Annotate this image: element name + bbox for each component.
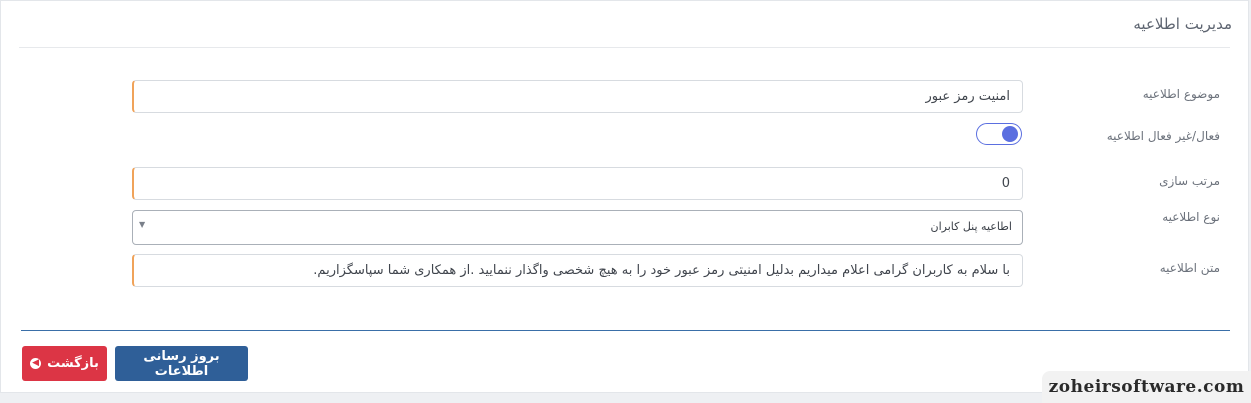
watermark: zoheirsoftware.com xyxy=(1042,371,1251,403)
notice-management-card: مدیریت اطلاعیه موضوع اطلاعیه امنیت رمز ع… xyxy=(0,0,1249,393)
body-label: متن اطلاعیه xyxy=(1159,261,1220,275)
back-button[interactable]: بازگشت ◀ xyxy=(22,346,107,381)
sort-label: مرتب سازی xyxy=(1159,174,1220,188)
title-divider xyxy=(19,47,1230,48)
footer-divider xyxy=(21,330,1230,331)
sort-input[interactable]: 0 xyxy=(132,167,1023,200)
body-input[interactable]: با سلام به کاربران گرامی اعلام میداریم ب… xyxy=(132,254,1023,287)
back-button-label: بازگشت xyxy=(47,356,99,371)
subject-label: موضوع اطلاعیه xyxy=(1142,87,1220,101)
caret-down-icon: ▼ xyxy=(139,220,146,229)
type-label: نوع اطلاعیه xyxy=(1162,210,1220,224)
active-toggle[interactable] xyxy=(976,123,1022,145)
card-title: مدیریت اطلاعیه xyxy=(1133,15,1232,33)
arrow-left-circle-icon: ◀ xyxy=(30,358,42,369)
update-button[interactable]: بروز رسانی اطلاعات xyxy=(115,346,248,381)
toggle-knob xyxy=(1002,126,1018,142)
active-toggle-label: فعال/غیر فعال اطلاعیه xyxy=(1106,129,1220,143)
type-select-value: اطاعیه پنل کابران xyxy=(930,220,1012,233)
subject-input[interactable]: امنیت رمز عبور xyxy=(132,80,1023,113)
type-select[interactable]: اطاعیه پنل کابران ▼ xyxy=(132,210,1023,245)
